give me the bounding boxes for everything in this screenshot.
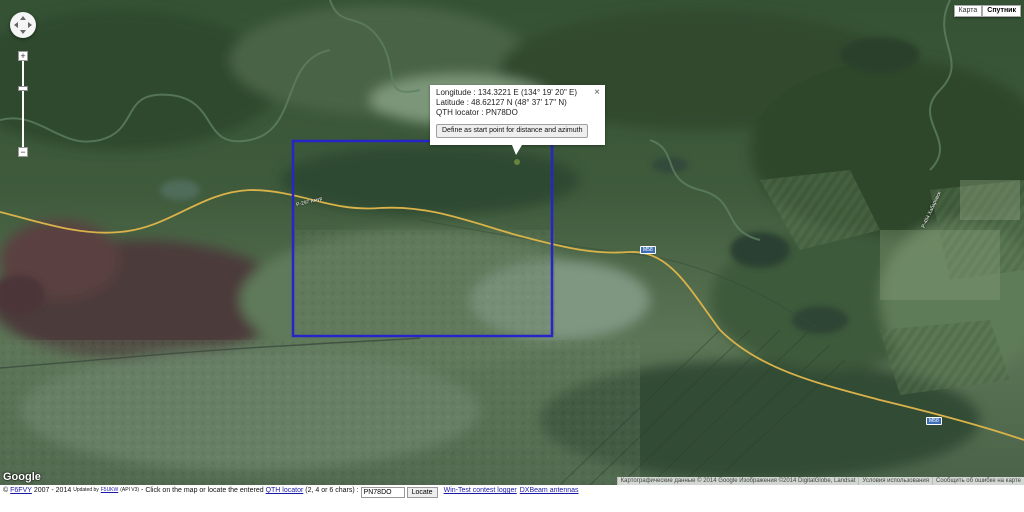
attribution-text: Картографические данные © 2014 Google Из…	[616, 477, 859, 485]
report-error-link[interactable]: Сообщить об ошибке на карте	[932, 477, 1024, 485]
define-start-point-button[interactable]: Define as start point for distance and a…	[436, 124, 589, 138]
zoom-slider-track[interactable]	[22, 58, 24, 150]
map-type-map-button[interactable]: Карта	[953, 5, 983, 17]
chars-text: (2, 4 or 6 chars) :	[305, 487, 359, 494]
qth-locator-text: QTH locator : PN78DO	[436, 108, 518, 117]
satellite-imagery	[0, 0, 1024, 485]
zoom-out-button[interactable]: −	[18, 147, 28, 157]
zoom-slider-handle[interactable]	[18, 86, 28, 91]
locate-button[interactable]: Locate	[406, 487, 438, 498]
dxbeam-link[interactable]: DXBeam antennas	[520, 487, 579, 494]
close-icon[interactable]: ×	[594, 88, 600, 98]
footer-bar: © F6FVY 2007 - 2014 Updated by F5UKW (AP…	[0, 485, 1024, 512]
map-type-satellite-button[interactable]: Спутник	[982, 5, 1021, 17]
highway-shield-2: M58	[926, 417, 942, 425]
longitude-text: Longitude : 134.3221 E (134° 19' 20" E)	[436, 88, 578, 97]
info-window: × Longitude : 134.3221 E (134° 19' 20" E…	[430, 85, 605, 155]
map-type-control: Карта Спутник	[953, 5, 1021, 17]
updater-link[interactable]: F5UKW	[101, 487, 119, 493]
google-logo: Google	[3, 471, 41, 483]
satellite-map[interactable]: Р-297 Амур Р-454 Хабаровск M58 M58 + − К…	[0, 0, 1024, 485]
info-window-tail	[512, 145, 522, 155]
app-window: Р-297 Амур Р-454 Хабаровск M58 M58 + − К…	[0, 0, 1024, 512]
author-link[interactable]: F6FVY	[10, 487, 32, 494]
wintest-link[interactable]: Win-Test contest logger	[444, 487, 517, 494]
pan-arrows-icon	[14, 16, 32, 34]
map-attribution: Картографические данные © 2014 Google Из…	[616, 477, 1024, 485]
highway-shield: M58	[640, 246, 656, 254]
terms-link[interactable]: Условия использования	[858, 477, 933, 485]
pan-control[interactable]	[10, 12, 36, 38]
zoom-in-button[interactable]: +	[18, 51, 28, 61]
qth-locator-link[interactable]: QTH locator	[266, 487, 304, 494]
marker-point	[514, 159, 520, 165]
updated-by-text: Updated by	[73, 487, 99, 493]
years-text: 2007 - 2014	[33, 487, 72, 494]
latitude-text: Latitude : 48.62127 N (48° 37' 17" N)	[436, 98, 567, 107]
copyright-symbol: ©	[3, 487, 9, 494]
locator-input[interactable]	[360, 487, 405, 498]
instruction-text: - Click on the map or locate the entered	[141, 487, 264, 494]
api-version-text: (API V3)	[120, 487, 140, 493]
